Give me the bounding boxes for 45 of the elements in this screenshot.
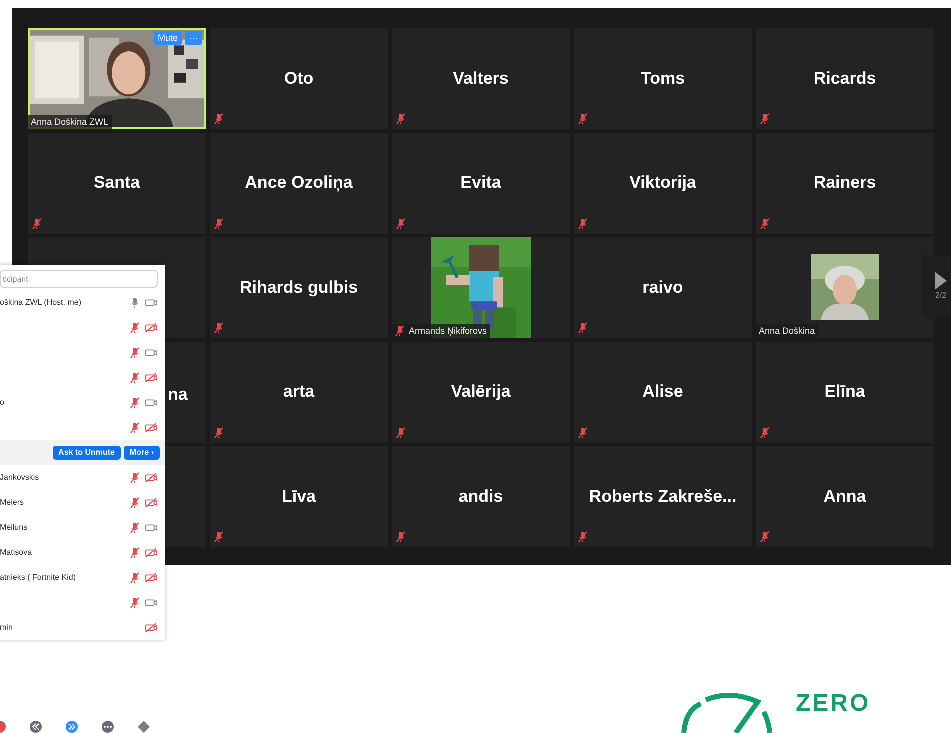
rewind-icon[interactable] <box>30 721 42 733</box>
more-button[interactable]: ··· <box>185 31 202 45</box>
participant-name: na <box>168 384 188 406</box>
more-icon[interactable] <box>102 721 114 733</box>
more-button[interactable]: More › <box>124 446 160 460</box>
eraser-icon[interactable] <box>138 721 150 733</box>
participant-name: Ance Ozoliņa <box>245 172 353 194</box>
next-page-button[interactable]: 2/2 <box>923 255 951 318</box>
participant-name: Meiers <box>0 496 24 508</box>
participant-name: Evita <box>460 172 502 194</box>
participant-name: Anna Doškina ZWL <box>31 116 109 128</box>
participant-name: Anna Doškina <box>759 325 816 337</box>
search-field[interactable]: ticipant <box>0 270 158 288</box>
ask-to-unmute-button[interactable]: Ask to Unmute <box>52 446 121 460</box>
fast-forward-icon[interactable] <box>66 721 78 733</box>
participant-name: Anna <box>824 486 866 508</box>
participant-name: Viktorija <box>630 172 696 194</box>
play-arrow-icon <box>935 272 947 290</box>
participant-name: Roberts Zakreše... <box>589 486 737 508</box>
participant-name: Oto <box>284 68 314 90</box>
participant-name: Jankovskis <box>0 472 40 484</box>
participant-row[interactable]: Ask to Unmute More › <box>0 440 165 465</box>
participant-name: Meiluns <box>0 522 28 534</box>
participant-name: Santa <box>94 172 140 194</box>
participant-name: Rihards gulbis <box>240 276 358 299</box>
participant-name: raivo <box>642 276 684 299</box>
participant-name: Alise <box>642 381 684 404</box>
participant-name: Toms <box>640 68 686 90</box>
participant-name: o <box>0 396 4 408</box>
participant-name: Ricards <box>814 68 876 90</box>
participant-name: Elīna <box>824 381 866 404</box>
participant-name: Rainers <box>814 172 876 194</box>
page-indicator: 2/2 <box>935 290 947 302</box>
mute-button[interactable]: Mute <box>154 31 182 45</box>
participant-name: oškina ZWL (Host, me) <box>0 296 82 308</box>
participant-name: min <box>0 622 13 634</box>
participant-name: andis <box>458 486 504 508</box>
participant-name: Valters <box>453 68 509 90</box>
participant-name: Armands Ņikiforovs <box>409 325 488 337</box>
participant-name: Līva <box>282 486 316 508</box>
logo-text: ZERO <box>796 690 871 718</box>
participant-name: atnieks ( Fortnite Kid) <box>0 572 76 584</box>
participant-name: Matisova <box>0 546 32 558</box>
participant-name: arta <box>283 381 315 404</box>
participant-name: Valērija <box>451 381 511 404</box>
